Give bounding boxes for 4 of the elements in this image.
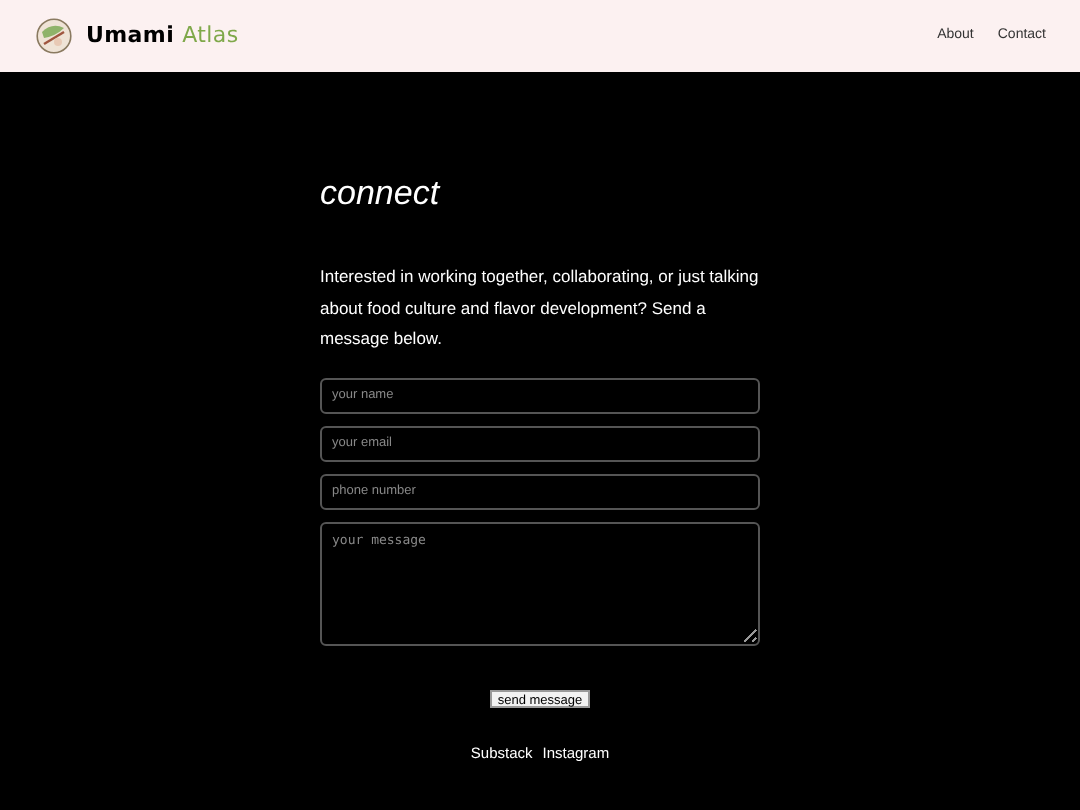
logo-icon[interactable] bbox=[36, 18, 72, 54]
brand-name[interactable]: Umami Atlas bbox=[86, 19, 239, 53]
page-title: connect bbox=[320, 176, 443, 210]
intro-paragraph: Interested in working together, collaborating, or just talking about food culture and flavor development? Send a message below. bbox=[320, 264, 760, 352]
